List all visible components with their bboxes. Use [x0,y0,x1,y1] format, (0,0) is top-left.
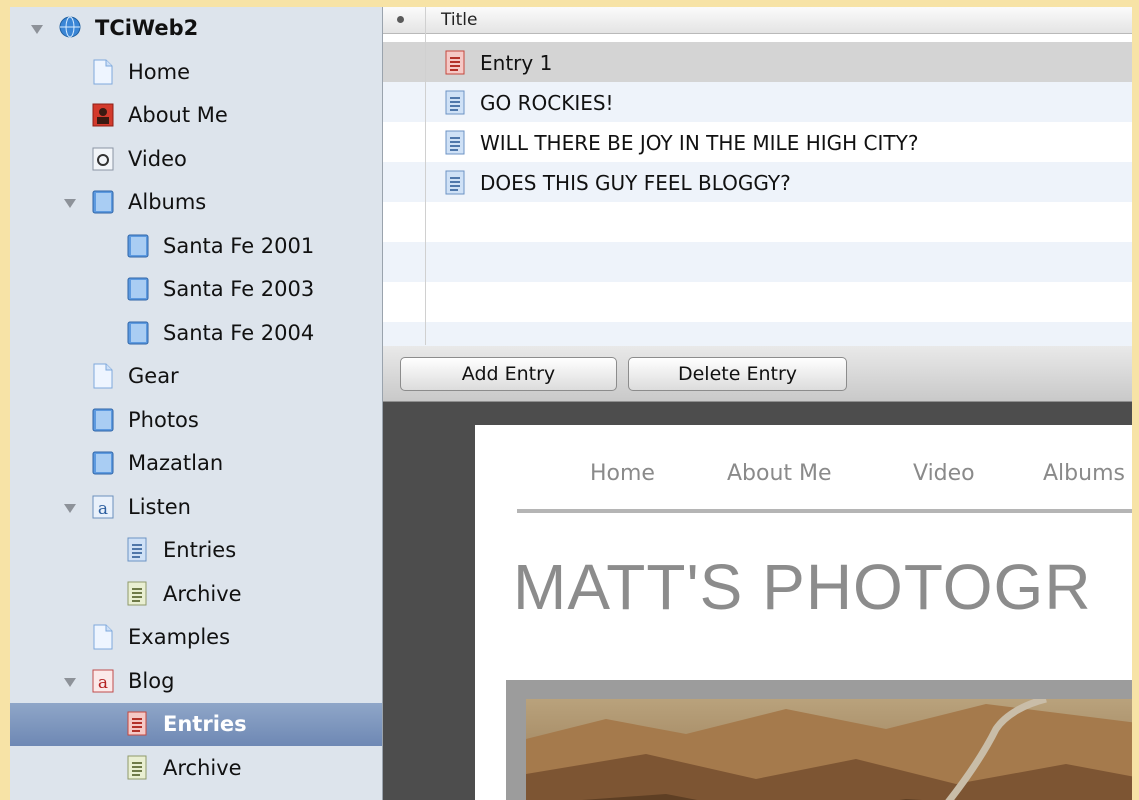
album-icon [91,407,115,433]
sidebar-item-label: Archive [163,582,242,606]
sidebar-item-label: Gear [128,364,179,388]
entry-icon-blue [444,170,466,195]
photo-frame [506,680,1132,800]
empty-row [383,202,1132,242]
sidebar-item-santa-fe-2001[interactable]: Santa Fe 2001 [10,225,382,268]
disclosure-triangle-icon[interactable] [64,678,76,687]
page-icon [91,363,115,389]
sidebar-item-entries[interactable]: Entries [10,529,382,572]
site-title: MATT'S PHOTOGR [513,551,1092,623]
table-row[interactable]: WILL THERE BE JOY IN THE MILE HIGH CITY? [383,122,1132,162]
preview-nav-home[interactable]: Home [590,461,655,486]
landscape-photo [526,699,1132,800]
sidebar-item-label: Mazatlan [128,451,224,475]
sidebar-item-label: Home [128,60,191,84]
nav-divider [517,509,1132,513]
sidebar-item-photos[interactable]: Photos [10,399,382,442]
album-icon [126,320,150,346]
entry-icon-blue [444,130,466,155]
entry-list: Title Entry 1 GO ROCKIES! WILL THERE BE JO… [383,7,1132,362]
entry-title: WILL THERE BE JOY IN THE MILE HIGH CITY? [480,131,919,155]
sidebar-item-label: Examples [128,625,231,649]
sidebar-item-label: Albums [128,190,207,214]
delete-entry-button[interactable]: Delete Entry [628,357,847,391]
disclosure-triangle-icon[interactable] [64,504,76,513]
disclosure-triangle-icon[interactable] [64,199,76,208]
empty-row [383,242,1132,282]
entry-icon-blue [444,90,466,115]
page-icon [91,624,115,650]
sidebar-item-label: Archive [163,756,242,780]
sidebar-item-examples[interactable]: Examples [10,616,382,659]
sidebar-item-label: TCiWeb2 [95,16,199,40]
sidebar-item-label: Entries [163,538,237,562]
disclosure-triangle-icon[interactable] [31,25,43,34]
entry-icon-red [444,50,466,75]
blog-icon-red: a [91,668,115,694]
album-icon [91,189,115,215]
album-icon [126,233,150,259]
sidebar-item-label: Blog [128,669,175,693]
preview-nav-video[interactable]: Video [913,461,975,486]
sidebar-item-santa-fe-2004[interactable]: Santa Fe 2004 [10,312,382,355]
sidebar-item-label: Listen [128,495,191,519]
sidebar: TCiWeb2 Home About Me Video Albums Santa Fe 2… [10,7,383,800]
sidebar-item-label: Santa Fe 2004 [163,321,315,345]
video-icon [91,146,115,172]
svg-text:a: a [98,673,108,693]
sidebar-item-santa-fe-2003[interactable]: Santa Fe 2003 [10,268,382,311]
table-row[interactable]: DOES THIS GUY FEEL BLOGGY? [383,162,1132,202]
great-wall-photo [526,699,1132,800]
sidebar-item-gear[interactable]: Gear [10,355,382,398]
archive-icon [126,755,150,781]
sidebar-item-listen[interactable]: a Listen [10,486,382,529]
status-column-header-icon[interactable] [397,16,404,23]
album-icon [91,450,115,476]
about-me-icon [91,102,115,128]
column-divider [425,7,426,345]
entry-title: GO ROCKIES! [480,91,614,115]
sidebar-item-tciweb2[interactable]: TCiWeb2 [10,7,382,50]
sidebar-item-entries[interactable]: Entries [10,703,382,746]
sidebar-item-label: Entries [163,712,247,736]
blog-icon-blue: a [91,494,115,520]
app-window: TCiWeb2 Home About Me Video Albums Santa Fe 2… [10,7,1132,800]
sidebar-item-archive[interactable]: Archive [10,747,382,790]
entry-title: DOES THIS GUY FEEL BLOGGY? [480,171,791,195]
sidebar-item-mazatlan[interactable]: Mazatlan [10,442,382,485]
sidebar-item-label: Photos [128,408,199,432]
web-preview: Home About Me Video Albums MATT'S PHOTOG… [383,402,1132,800]
title-column-header[interactable]: Title [441,10,477,30]
sidebar-item-label: Video [128,147,187,171]
button-bar: Add Entry Delete Entry [383,346,1132,402]
entry-title: Entry 1 [480,51,553,75]
table-row[interactable]: GO ROCKIES! [383,82,1132,122]
list-header: Title [383,7,1132,34]
svg-text:a: a [98,499,108,519]
sidebar-item-archive[interactable]: Archive [10,573,382,616]
archive-icon [126,581,150,607]
page-icon [91,59,115,85]
sidebar-item-about-me[interactable]: About Me [10,94,382,137]
sidebar-item-home[interactable]: Home [10,51,382,94]
globe-icon [58,15,82,41]
sidebar-item-blog[interactable]: a Blog [10,660,382,703]
entries-icon-red [126,711,150,737]
table-row[interactable]: Entry 1 [383,42,1132,82]
preview-nav-albums[interactable]: Albums [1043,461,1125,486]
entries-icon-blue [126,537,150,563]
album-icon [126,276,150,302]
preview-nav-about-me[interactable]: About Me [727,461,832,486]
sidebar-item-albums[interactable]: Albums [10,181,382,224]
sidebar-item-label: About Me [128,103,228,127]
sidebar-item-label: Santa Fe 2003 [163,277,315,301]
empty-row [383,282,1132,322]
preview-page: Home About Me Video Albums MATT'S PHOTOG… [475,425,1132,800]
add-entry-button[interactable]: Add Entry [400,357,617,391]
sidebar-item-label: Santa Fe 2001 [163,234,315,258]
sidebar-item-video[interactable]: Video [10,138,382,181]
